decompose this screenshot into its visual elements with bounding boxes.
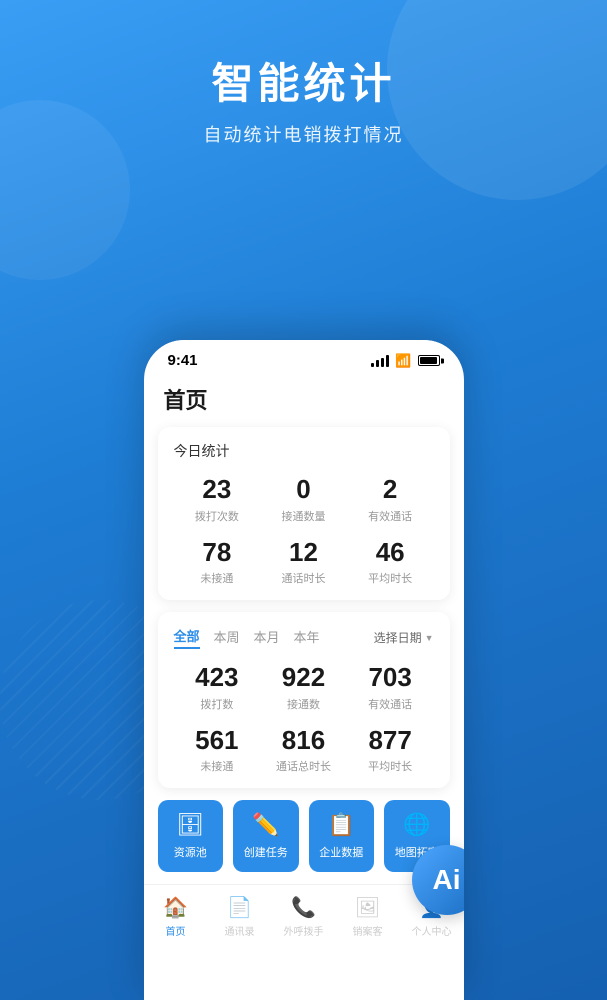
all-stat-avg-duration-label: 平均时长 (347, 758, 434, 774)
nav-cases-label: 销案客 (353, 923, 383, 938)
all-stat-effective-label: 有效通话 (347, 696, 434, 712)
all-stat-missed-label: 未接通 (174, 758, 261, 774)
date-picker-label: 选择日期 (374, 629, 422, 646)
stat-connected-count: 0 接通数量 (260, 475, 347, 524)
hero-subtitle: 自动统计电销拨打情况 (0, 121, 607, 147)
page-title: 首页 (144, 375, 464, 427)
wifi-icon: 📶 (395, 353, 411, 369)
date-picker[interactable]: 选择日期 ▼ (374, 629, 434, 646)
action-resource-pool-label: 资源池 (174, 844, 207, 860)
all-stat-effective: 703 有效通话 (347, 663, 434, 712)
battery-icon (418, 355, 440, 366)
tab-month[interactable]: 本月 (254, 627, 280, 648)
nav-contacts-label: 通讯录 (225, 923, 255, 938)
tab-all[interactable]: 全部 (174, 626, 200, 649)
period-tabs: 全部 本周 本月 本年 选择日期 ▼ (174, 626, 434, 649)
today-stats-title: 今日统计 (174, 441, 434, 461)
today-stats-grid: 23 拨打次数 0 接通数量 2 有效通话 78 未接通 12 (174, 475, 434, 586)
stat-effective-calls-value: 2 (347, 475, 434, 504)
enterprise-data-icon: 📋 (328, 812, 355, 838)
all-stat-connected-label: 接通数 (260, 696, 347, 712)
stat-call-duration: 12 通话时长 (260, 538, 347, 587)
stat-avg-duration-value: 46 (347, 538, 434, 567)
outbound-icon: 📞 (291, 895, 316, 920)
action-create-task[interactable]: ✏️ 创建任务 (233, 800, 299, 872)
status-time: 9:41 (168, 352, 198, 369)
nav-profile-label: 个人中心 (412, 923, 452, 938)
nav-home-label: 首页 (166, 923, 186, 938)
stat-connected-count-label: 接通数量 (260, 508, 347, 524)
stat-effective-calls: 2 有效通话 (347, 475, 434, 524)
contacts-icon: 📄 (227, 895, 252, 920)
signal-icon (371, 355, 389, 367)
action-resource-pool[interactable]: 🗄 资源池 (158, 800, 224, 872)
all-stat-total-duration-label: 通话总时长 (260, 758, 347, 774)
all-stat-total-duration-value: 816 (260, 726, 347, 755)
action-create-task-label: 创建任务 (244, 844, 288, 860)
map-expand-icon: 🌐 (403, 812, 430, 838)
hero-section: 智能统计 自动统计电销拨打情况 (0, 0, 607, 177)
action-enterprise-data[interactable]: 📋 企业数据 (309, 800, 375, 872)
create-task-icon: ✏️ (252, 812, 279, 838)
phone-screen: 9:41 📶 首页 今日统计 23 (144, 340, 464, 1000)
stat-call-duration-value: 12 (260, 538, 347, 567)
all-stat-dial-value: 423 (174, 663, 261, 692)
all-stat-dial-label: 拨打数 (174, 696, 261, 712)
all-stat-avg-duration-value: 877 (347, 726, 434, 755)
stat-avg-duration-label: 平均时长 (347, 570, 434, 586)
resource-pool-icon: 🗄 (176, 812, 204, 838)
all-stat-dial: 423 拨打数 (174, 663, 261, 712)
nav-item-contacts[interactable]: 📄 通讯录 (208, 895, 272, 938)
all-stat-connected: 922 接通数 (260, 663, 347, 712)
chevron-down-icon: ▼ (425, 633, 434, 643)
all-stat-connected-value: 922 (260, 663, 347, 692)
stat-dial-count: 23 拨打次数 (174, 475, 261, 524)
stat-call-duration-label: 通话时长 (260, 570, 347, 586)
stat-missed-value: 78 (174, 538, 261, 567)
all-stats-card: 全部 本周 本月 本年 选择日期 ▼ 423 拨打数 922 接通数 (158, 612, 450, 788)
all-stat-avg-duration: 877 平均时长 (347, 726, 434, 775)
stat-avg-duration: 46 平均时长 (347, 538, 434, 587)
nav-outbound-label: 外呼拨手 (284, 923, 324, 938)
tab-week[interactable]: 本周 (214, 627, 240, 648)
all-stat-effective-value: 703 (347, 663, 434, 692)
stat-dial-count-label: 拨打次数 (174, 508, 261, 524)
home-icon: 🏠 (163, 895, 188, 920)
all-stat-missed-value: 561 (174, 726, 261, 755)
cases-icon: 🖼 (355, 895, 380, 920)
hero-title: 智能统计 (0, 50, 607, 111)
all-stats-grid: 423 拨打数 922 接通数 703 有效通话 561 未接通 816 通 (174, 663, 434, 774)
stat-missed: 78 未接通 (174, 538, 261, 587)
phone-mockup: 9:41 📶 首页 今日统计 23 (144, 340, 464, 1000)
stat-dial-count-value: 23 (174, 475, 261, 504)
nav-item-cases[interactable]: 🖼 销案客 (336, 895, 400, 938)
stat-effective-calls-label: 有效通话 (347, 508, 434, 524)
tab-year[interactable]: 本年 (294, 627, 320, 648)
all-stat-total-duration: 816 通话总时长 (260, 726, 347, 775)
nav-item-outbound[interactable]: 📞 外呼拨手 (272, 895, 336, 938)
quick-actions: 🗄 资源池 ✏️ 创建任务 📋 企业数据 🌐 地图拓客 (158, 800, 450, 872)
today-stats-card: 今日统计 23 拨打次数 0 接通数量 2 有效通话 78 未接 (158, 427, 450, 600)
nav-item-home[interactable]: 🏠 首页 (144, 895, 208, 938)
all-stat-missed: 561 未接通 (174, 726, 261, 775)
ai-label: Ai (433, 864, 461, 896)
status-bar: 9:41 📶 (144, 340, 464, 375)
stat-connected-count-value: 0 (260, 475, 347, 504)
status-icons: 📶 (371, 353, 439, 369)
action-enterprise-data-label: 企业数据 (319, 844, 363, 860)
stat-missed-label: 未接通 (174, 570, 261, 586)
